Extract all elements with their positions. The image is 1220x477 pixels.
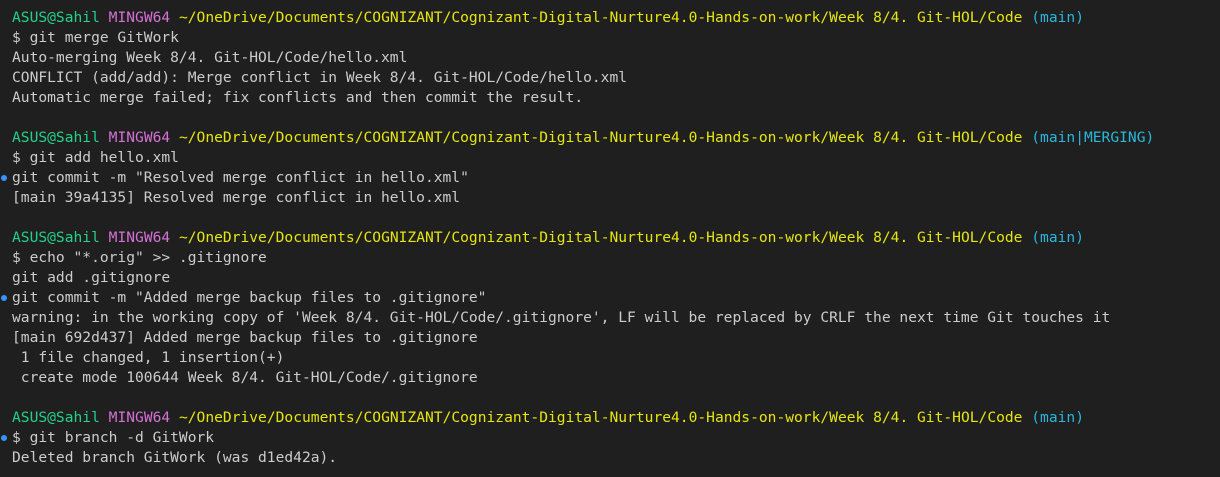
output-line: create mode 100644 Week 8/4. Git-HOL/Cod… <box>12 369 478 386</box>
terminal-output[interactable]: ASUS@Sahil MINGW64 ~/OneDrive/Documents/… <box>0 8 1220 468</box>
prompt-msystem: MINGW64 <box>108 229 171 246</box>
command-line: $ git add hello.xml <box>12 149 179 166</box>
command-line: $ git merge GitWork <box>12 29 179 46</box>
command-decoration-dot-icon[interactable] <box>1 175 7 181</box>
output-line: 1 file changed, 1 insertion(+) <box>12 349 285 366</box>
prompt-path: ~/OneDrive/Documents/COGNIZANT/Cognizant… <box>178 409 1023 426</box>
prompt-line: ASUS@Sahil MINGW64 ~/OneDrive/Documents/… <box>0 408 1220 428</box>
command-text: git commit -m "Added merge backup files … <box>12 289 487 306</box>
prompt-user-host: ASUS@Sahil <box>12 9 100 26</box>
command-text: $ git branch -d GitWork <box>12 429 215 446</box>
command-line: $ git branch -d GitWork <box>0 428 1220 448</box>
output-line: [main 39a4135] Resolved merge conflict i… <box>12 189 461 206</box>
prompt-user-host: ASUS@Sahil <box>12 229 100 246</box>
output-line: [main 692d437] Added merge backup files … <box>12 329 478 346</box>
prompt-msystem: MINGW64 <box>108 129 171 146</box>
prompt-path: ~/OneDrive/Documents/COGNIZANT/Cognizant… <box>178 129 1023 146</box>
command-decoration-dot-icon[interactable] <box>1 295 7 301</box>
command-line: git commit -m "Added merge backup files … <box>0 288 1220 308</box>
prompt-user-host: ASUS@Sahil <box>12 129 100 146</box>
prompt-line: ASUS@Sahil MINGW64 ~/OneDrive/Documents/… <box>0 128 1220 148</box>
prompt-line: ASUS@Sahil MINGW64 ~/OneDrive/Documents/… <box>0 228 1220 248</box>
command-text: git commit -m "Resolved merge conflict i… <box>12 169 469 186</box>
prompt-branch: (main) <box>1031 409 1084 426</box>
prompt-msystem: MINGW64 <box>108 9 171 26</box>
output-line: CONFLICT (add/add): Merge conflict in We… <box>12 69 628 86</box>
prompt-user-host: ASUS@Sahil <box>12 409 100 426</box>
output-line: Automatic merge failed; fix conflicts an… <box>12 89 584 106</box>
prompt-branch: (main|MERGING) <box>1031 129 1155 146</box>
command-line: git commit -m "Resolved merge conflict i… <box>0 168 1220 188</box>
command-decoration-dot-icon[interactable] <box>1 435 7 441</box>
prompt-branch: (main) <box>1031 229 1084 246</box>
output-line: warning: in the working copy of 'Week 8/… <box>12 309 1111 326</box>
output-line: Deleted branch GitWork (was d1ed42a). <box>12 449 338 466</box>
prompt-branch: (main) <box>1031 9 1084 26</box>
output-line: Auto-merging Week 8/4. Git-HOL/Code/hell… <box>12 49 408 66</box>
command-line: git add .gitignore <box>12 269 171 286</box>
prompt-line: ASUS@Sahil MINGW64 ~/OneDrive/Documents/… <box>0 8 1220 28</box>
command-line: $ echo "*.orig" >> .gitignore <box>12 249 267 266</box>
prompt-path: ~/OneDrive/Documents/COGNIZANT/Cognizant… <box>178 9 1023 26</box>
prompt-path: ~/OneDrive/Documents/COGNIZANT/Cognizant… <box>178 229 1023 246</box>
prompt-msystem: MINGW64 <box>108 409 171 426</box>
